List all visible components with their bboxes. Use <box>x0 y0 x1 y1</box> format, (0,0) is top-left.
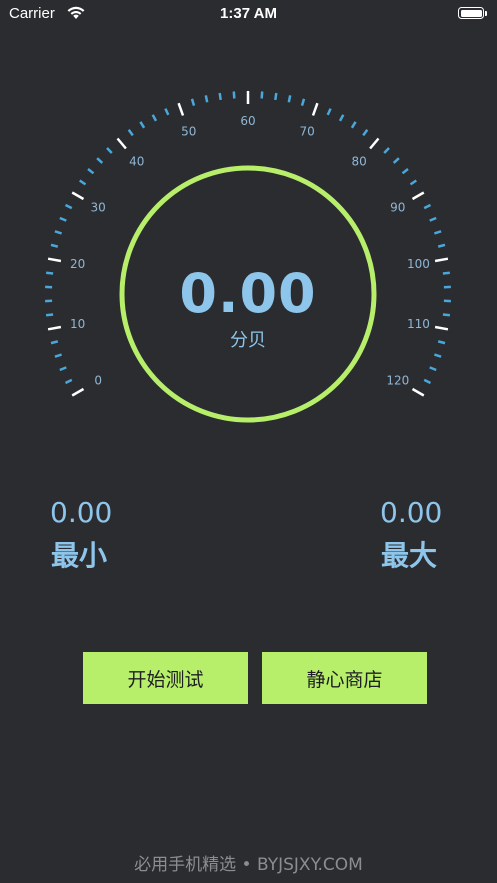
gauge-major-tick <box>369 137 380 150</box>
min-value: 0.00 <box>50 496 113 529</box>
gauge-major-tick <box>411 191 425 201</box>
gauge-minor-tick <box>362 129 369 137</box>
gauge-minor-tick <box>383 147 390 154</box>
gauge-minor-tick <box>429 366 437 372</box>
gauge-minor-tick <box>434 353 442 358</box>
gauge-scale-label: 100 <box>407 257 430 271</box>
gauge-minor-tick <box>260 91 264 99</box>
gauge-minor-tick <box>300 98 306 106</box>
gauge-minor-tick <box>50 340 59 345</box>
decibel-gauge: 0 10 20 30 40 50 60 70 80 90 100 110 120 <box>45 91 451 423</box>
gauge-minor-tick <box>218 92 222 101</box>
gauge-minor-tick <box>96 157 104 164</box>
decibel-unit: 分贝 <box>230 330 266 351</box>
gauge-scale-label: 20 <box>70 257 85 271</box>
gauge-minor-tick <box>127 129 134 137</box>
gauge-minor-tick <box>338 114 345 122</box>
decibel-reading: 0.00 <box>179 262 317 325</box>
gauge-scale-label: 40 <box>129 155 144 169</box>
gauge-minor-tick <box>434 230 442 235</box>
max-label: 最大 <box>381 539 438 572</box>
gauge-scale-label: 90 <box>390 201 405 215</box>
gauge-major-tick <box>311 102 319 116</box>
gauge-major-tick <box>47 325 62 331</box>
gauge-minor-tick <box>350 121 357 129</box>
gauge-minor-tick <box>190 98 196 106</box>
gauge-minor-tick <box>106 147 113 154</box>
gauge-minor-tick <box>437 243 446 248</box>
gauge-major-tick <box>47 257 62 263</box>
gauge-minor-tick <box>442 271 451 275</box>
gauge-minor-tick <box>423 203 432 210</box>
start-test-button[interactable]: 开始测试 <box>83 652 248 704</box>
gauge-minor-tick <box>401 168 409 175</box>
gauge-scale-label: 0 <box>94 374 102 388</box>
gauge-major-tick <box>116 137 127 150</box>
gauge-minor-tick <box>437 340 446 345</box>
gauge-minor-tick <box>59 216 67 222</box>
gauge-minor-tick <box>139 121 146 129</box>
gauge-scale-label: 110 <box>407 317 430 331</box>
shop-button[interactable]: 静心商店 <box>262 652 427 704</box>
gauge-minor-tick <box>409 179 417 186</box>
gauge-scale-label: 70 <box>300 124 315 138</box>
gauge-minor-tick <box>204 95 209 103</box>
gauge-minor-tick <box>164 108 170 116</box>
gauge-major-tick <box>71 387 85 397</box>
gauge-minor-tick <box>64 203 73 210</box>
gauge-minor-tick <box>54 353 62 358</box>
gauge-minor-tick <box>54 230 62 235</box>
gauge-minor-tick <box>326 108 332 116</box>
gauge-minor-tick <box>50 243 59 248</box>
gauge-minor-tick <box>423 378 432 385</box>
gauge-scale-label: 60 <box>240 114 255 128</box>
gauge-major-tick <box>71 191 85 201</box>
min-label: 最小 <box>51 539 108 572</box>
gauge-minor-tick <box>59 366 67 372</box>
gauge-scale-label: 10 <box>70 317 85 331</box>
gauge-minor-tick <box>79 179 87 186</box>
gauge-scale-label: 30 <box>91 201 106 215</box>
max-value: 0.00 <box>380 496 443 529</box>
gauge-major-tick <box>177 102 185 116</box>
gauge-minor-tick <box>45 313 54 317</box>
gauge-minor-tick <box>232 91 236 99</box>
gauge-scale-label: 80 <box>352 155 367 169</box>
gauge-minor-tick <box>429 216 437 222</box>
gauge-scale-label: 50 <box>181 124 196 138</box>
gauge-major-tick <box>434 257 449 263</box>
gauge-minor-tick <box>151 114 158 122</box>
gauge-minor-tick <box>87 168 95 175</box>
gauge-minor-tick <box>392 157 400 164</box>
gauge-minor-tick <box>274 92 278 101</box>
gauge-major-tick <box>411 387 425 397</box>
gauge-minor-tick <box>287 95 292 103</box>
gauge-minor-tick <box>64 378 73 385</box>
gauge-major-tick <box>434 325 449 331</box>
footer-watermark: 必用手机精选 • BYJSJXY.COM <box>134 855 363 875</box>
gauge-minor-tick <box>45 271 54 275</box>
gauge-minor-tick <box>442 313 451 317</box>
gauge-scale-label: 120 <box>386 374 409 388</box>
